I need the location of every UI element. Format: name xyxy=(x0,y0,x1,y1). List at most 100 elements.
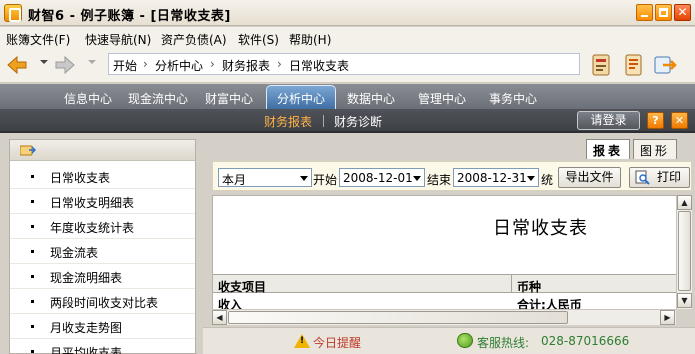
window-title: 财智6 - 例子账簿 - [日常收支表] xyxy=(28,9,231,24)
nav-item-period-comparison[interactable]: 两段时间收支对比表 xyxy=(10,289,195,314)
tab-wealth-center[interactable]: 财富中心 xyxy=(205,90,253,107)
scroll-up-icon[interactable]: ▲ xyxy=(677,195,692,210)
period-select-value: 本月 xyxy=(222,173,247,187)
nav-item-label: 日常收支表 xyxy=(50,171,111,185)
period-select[interactable]: 本月 xyxy=(218,168,312,187)
subtab-financial-diagnosis[interactable]: 财务诊断 xyxy=(334,113,382,130)
subtab-financial-reports[interactable]: 财务报表 xyxy=(264,113,312,130)
sub-tab-strip: 财务报表 财务诊断 请登录 ? ✕ xyxy=(0,109,695,133)
forward-arrow-icon[interactable] xyxy=(54,54,76,76)
bullet-icon xyxy=(31,275,34,278)
scroll-left-icon[interactable]: ◀ xyxy=(212,310,227,325)
chevron-down-icon xyxy=(413,176,421,181)
main-tab-strip: 信息中心 现金流中心 财富中心 分析中心 数据中心 管理中心 事务中心 xyxy=(0,84,695,109)
tab-management-center[interactable]: 管理中心 xyxy=(418,90,466,107)
breadcrumb-item[interactable]: 财务报表 xyxy=(222,57,270,74)
breadcrumb-separator: › xyxy=(210,57,215,71)
column-divider xyxy=(511,275,512,292)
forward-dropdown-icon[interactable] xyxy=(88,60,96,64)
nav-item-label: 年度收支统计表 xyxy=(50,221,135,235)
minimize-icon xyxy=(641,15,648,17)
close-panel-button[interactable]: ✕ xyxy=(671,112,688,129)
breadcrumb-separator: › xyxy=(143,57,148,71)
scroll-right-icon[interactable]: ▶ xyxy=(660,310,675,325)
nav-item-label: 现金流明细表 xyxy=(50,271,123,285)
bullet-icon xyxy=(31,175,34,178)
filter-bar: 本月 开始 2008-12-01 结束 2008-12-31 统 导出文件 打印 xyxy=(212,161,692,191)
nav-item-label: 现金流表 xyxy=(50,246,99,260)
bullet-icon xyxy=(31,200,34,203)
breadcrumb-item[interactable]: 分析中心 xyxy=(155,57,203,74)
menu-navigate[interactable]: 快速导航(N) xyxy=(85,31,151,48)
tab-analysis-center[interactable]: 分析中心 xyxy=(266,85,337,109)
book-icon[interactable] xyxy=(590,53,614,77)
start-date-value: 2008-12-01 xyxy=(343,171,413,185)
bullet-icon xyxy=(31,325,34,328)
report-title: 日常收支表 xyxy=(493,218,588,239)
breadcrumb-item[interactable]: 日常收支表 xyxy=(289,57,349,74)
report-nav-panel: 日常收支表 日常收支明细表 年度收支统计表 现金流表 现金流明细表 两段时间收支… xyxy=(0,135,203,354)
nav-item-daily-detail[interactable]: 日常收支明细表 xyxy=(10,189,195,214)
menu-software[interactable]: 软件(S) xyxy=(238,31,279,48)
nav-item-cashflow[interactable]: 现金流表 xyxy=(10,239,195,264)
close-button[interactable]: ✕ xyxy=(674,4,691,21)
nav-item-label: 月收支走势图 xyxy=(50,321,123,335)
menu-assets[interactable]: 资产负债(A) xyxy=(161,31,227,48)
breadcrumb-separator: › xyxy=(277,57,282,71)
warning-icon xyxy=(294,334,310,348)
back-dropdown-icon[interactable] xyxy=(40,60,48,64)
chevron-down-icon xyxy=(527,176,535,181)
print-preview-icon xyxy=(635,170,650,185)
nav-item-daily-income-expense[interactable]: 日常收支表 xyxy=(10,164,195,189)
scroll-down-icon[interactable]: ▼ xyxy=(677,293,692,308)
export-file-button[interactable]: 导出文件 xyxy=(558,167,621,188)
today-reminder-link[interactable]: 今日提醒 xyxy=(313,334,361,351)
bullet-icon xyxy=(31,225,34,228)
nav-item-cashflow-detail[interactable]: 现金流明细表 xyxy=(10,264,195,289)
title-bar: 财智6 - 例子账簿 - [日常收支表] ✕ xyxy=(0,0,695,26)
end-date-value: 2008-12-31 xyxy=(457,171,527,185)
vertical-scrollbar[interactable]: ▲ ▼ xyxy=(676,195,692,309)
report-content: 日常收支表 收支项目 币种 收入 合计:人民币 xyxy=(212,195,676,309)
menu-file[interactable]: 账簿文件(F) xyxy=(6,31,70,48)
status-bar: 今日提醒 客服热线: 028-87016666 xyxy=(203,327,695,354)
nav-item-annual-stats[interactable]: 年度收支统计表 xyxy=(10,214,195,239)
notebook-icon[interactable] xyxy=(622,53,646,77)
tab-chart[interactable]: 图形 xyxy=(633,139,678,159)
login-button[interactable]: 请登录 xyxy=(577,111,640,130)
report-nav-list: 日常收支表 日常收支明细表 年度收支统计表 现金流表 现金流明细表 两段时间收支… xyxy=(9,139,196,354)
horizontal-scroll-thumb[interactable] xyxy=(228,311,568,324)
end-date-select[interactable]: 2008-12-31 xyxy=(453,168,539,187)
table-header: 收支项目 币种 xyxy=(213,274,676,294)
tab-info-center[interactable]: 信息中心 xyxy=(64,90,112,107)
maximize-button[interactable] xyxy=(655,4,672,21)
nav-item-label: 月平均收支表 xyxy=(50,346,123,354)
table-cell: 收入 xyxy=(218,298,243,309)
bullet-icon xyxy=(31,250,34,253)
print-button[interactable]: 打印 xyxy=(629,167,690,188)
bullet-icon xyxy=(31,300,34,303)
breadcrumb-item[interactable]: 开始 xyxy=(113,57,137,74)
menu-help[interactable]: 帮助(H) xyxy=(289,31,331,48)
export-icon[interactable] xyxy=(653,53,677,77)
chevron-down-icon xyxy=(300,176,308,181)
nav-item-monthly-average[interactable]: 月平均收支表 xyxy=(10,339,195,354)
tab-report[interactable]: 报表 xyxy=(586,139,631,159)
bullet-icon xyxy=(31,350,34,353)
table-cell: 合计:人民币 xyxy=(517,298,582,309)
nav-item-monthly-trend[interactable]: 月收支走势图 xyxy=(10,314,195,339)
horizontal-scrollbar[interactable]: ◀ ▶ xyxy=(212,309,676,325)
tab-cashflow-center[interactable]: 现金流中心 xyxy=(128,90,188,107)
tab-data-center[interactable]: 数据中心 xyxy=(347,90,395,107)
tab-affairs-center[interactable]: 事务中心 xyxy=(489,90,537,107)
vertical-scroll-thumb[interactable] xyxy=(678,211,691,291)
column-header-item: 收支项目 xyxy=(218,280,267,294)
help-button[interactable]: ? xyxy=(647,112,664,129)
column-header-currency: 币种 xyxy=(517,280,542,294)
minimize-button[interactable] xyxy=(636,4,653,21)
hotline-number: 028-87016666 xyxy=(541,334,630,348)
start-date-select[interactable]: 2008-12-01 xyxy=(339,168,425,187)
start-label: 开始 xyxy=(313,173,338,187)
menu-bar: 账簿文件(F) 快速导航(N) 资产负债(A) 软件(S) 帮助(H) xyxy=(0,27,695,49)
back-arrow-icon[interactable] xyxy=(6,54,28,76)
